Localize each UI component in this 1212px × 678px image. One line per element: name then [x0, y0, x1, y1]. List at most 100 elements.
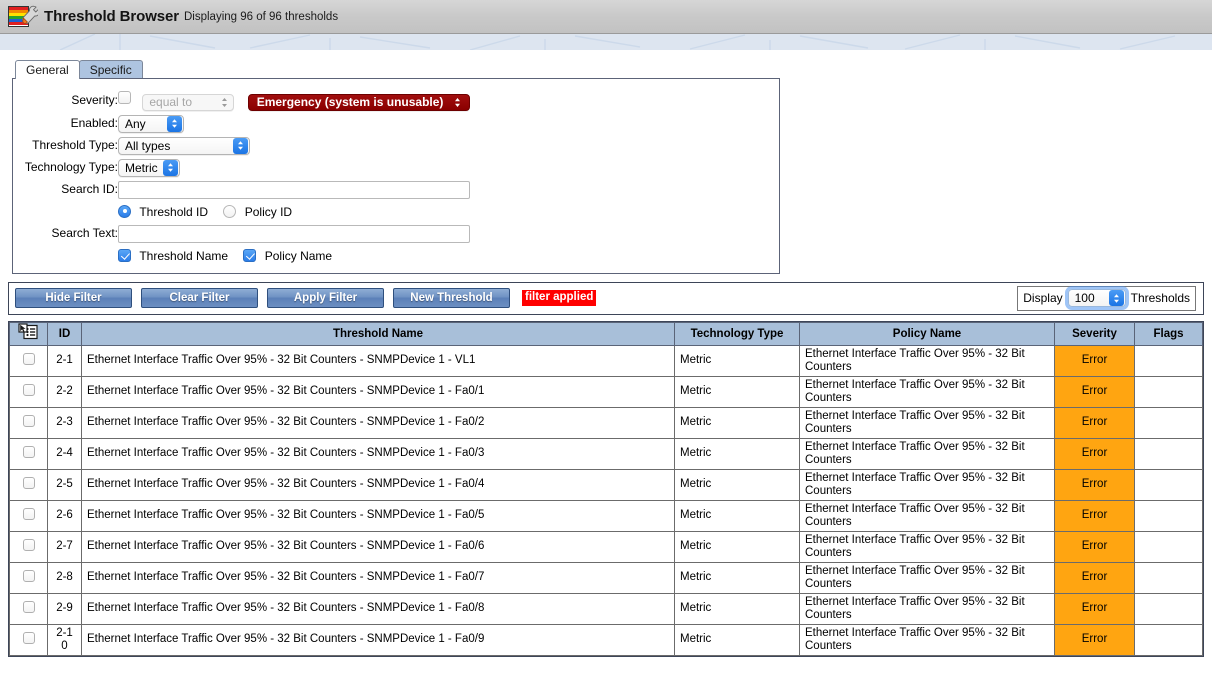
- technology-type-select[interactable]: Metric: [118, 158, 180, 177]
- clear-filter-button[interactable]: Clear Filter: [141, 288, 258, 308]
- table-row[interactable]: 2-8 Ethernet Interface Traffic Over 95% -…: [9, 561, 1203, 594]
- radio-policy-id[interactable]: [223, 204, 237, 218]
- row-policy-name: Ethernet Interface Traffic Over 95% - 32…: [799, 561, 1055, 594]
- row-select-cell[interactable]: [9, 561, 48, 594]
- table-row[interactable]: 2-2 Ethernet Interface Traffic Over 95% -…: [9, 375, 1203, 408]
- row-select-cell[interactable]: [9, 592, 48, 625]
- table-row[interactable]: 2-6 Ethernet Interface Traffic Over 95% -…: [9, 499, 1203, 532]
- row-checkbox[interactable]: [22, 538, 35, 551]
- row-select-cell[interactable]: [9, 499, 48, 532]
- row-checkbox[interactable]: [22, 445, 35, 458]
- row-severity: Error: [1054, 437, 1135, 470]
- table-row[interactable]: 2-7 Ethernet Interface Traffic Over 95% -…: [9, 530, 1203, 563]
- tab-general[interactable]: General: [15, 60, 80, 79]
- column-header-policy-name[interactable]: Policy Name: [799, 321, 1055, 346]
- filter-tabs: General Specific: [15, 60, 1212, 79]
- radio-threshold-id-label: Threshold ID: [139, 204, 209, 219]
- row-severity: Error: [1054, 499, 1135, 532]
- technology-type-row: Technology Type: Metric: [13, 157, 470, 179]
- column-header-flags[interactable]: Flags: [1134, 321, 1203, 346]
- row-select-cell[interactable]: [9, 375, 48, 408]
- row-policy-name: Ethernet Interface Traffic Over 95% - 32…: [799, 623, 1055, 656]
- table-row[interactable]: 2-1 Ethernet Interface Traffic Over 95% -…: [9, 344, 1203, 377]
- enabled-value: Any: [125, 116, 146, 131]
- row-threshold-name: Ethernet Interface Traffic Over 95% - 32…: [81, 561, 675, 594]
- row-flags: [1134, 499, 1203, 532]
- checkbox-threshold-name[interactable]: [118, 248, 131, 262]
- thresholds-table-container: ID Threshold Name Technology Type Policy…: [8, 320, 1204, 657]
- row-id: 2-10: [47, 623, 82, 656]
- tab-specific[interactable]: Specific: [78, 60, 143, 79]
- row-technology-type: Metric: [674, 499, 800, 532]
- row-id: 2-7: [47, 530, 82, 563]
- row-checkbox[interactable]: [22, 383, 35, 396]
- column-header-threshold-name[interactable]: Threshold Name: [81, 321, 675, 346]
- display-suffix-label: Thresholds: [1130, 291, 1190, 305]
- select-all-list-icon[interactable]: [17, 323, 40, 341]
- row-policy-name: Ethernet Interface Traffic Over 95% - 32…: [799, 406, 1055, 439]
- row-select-cell[interactable]: [9, 344, 48, 377]
- table-body: 2-1 Ethernet Interface Traffic Over 95% -…: [9, 344, 1203, 656]
- severity-enable-checkbox[interactable]: [118, 91, 131, 104]
- row-select-cell[interactable]: [9, 530, 48, 563]
- checkbox-policy-name[interactable]: [243, 248, 257, 262]
- row-id: 2-8: [47, 561, 82, 594]
- filter-panel: Severity: equal to Emergency (system is …: [12, 78, 780, 274]
- row-checkbox[interactable]: [22, 507, 35, 520]
- enabled-label: Enabled:: [70, 116, 118, 130]
- display-count-select[interactable]: 100: [1067, 289, 1126, 307]
- enabled-select[interactable]: Any: [118, 114, 184, 133]
- select-all-header[interactable]: [9, 321, 48, 346]
- row-severity: Error: [1054, 375, 1135, 408]
- row-id: 2-1: [47, 344, 82, 377]
- search-id-input[interactable]: [118, 180, 470, 199]
- row-select-cell[interactable]: [9, 437, 48, 470]
- row-technology-type: Metric: [674, 344, 800, 377]
- technology-type-value: Metric: [125, 160, 158, 175]
- row-severity: Error: [1054, 344, 1135, 377]
- column-header-id[interactable]: ID: [47, 321, 82, 346]
- row-policy-name: Ethernet Interface Traffic Over 95% - 32…: [799, 530, 1055, 563]
- row-checkbox[interactable]: [22, 414, 35, 427]
- row-flags: [1134, 375, 1203, 408]
- search-text-input[interactable]: [118, 224, 470, 243]
- threshold-type-select[interactable]: All types: [118, 136, 250, 155]
- apply-filter-button[interactable]: Apply Filter: [267, 288, 384, 308]
- row-checkbox[interactable]: [22, 569, 35, 582]
- table-row[interactable]: 2-3 Ethernet Interface Traffic Over 95% -…: [9, 406, 1203, 439]
- new-threshold-button[interactable]: New Threshold: [393, 288, 510, 308]
- row-threshold-name: Ethernet Interface Traffic Over 95% - 32…: [81, 468, 675, 501]
- radio-threshold-id[interactable]: [118, 204, 131, 218]
- column-header-technology-type[interactable]: Technology Type: [674, 321, 800, 346]
- row-select-cell[interactable]: [9, 406, 48, 439]
- row-checkbox[interactable]: [22, 476, 35, 489]
- table-row[interactable]: 2-4 Ethernet Interface Traffic Over 95% -…: [9, 437, 1203, 470]
- display-count-value: 100: [1074, 291, 1095, 305]
- row-select-cell[interactable]: [9, 468, 48, 501]
- row-select-cell[interactable]: [9, 623, 48, 656]
- row-checkbox[interactable]: [22, 352, 35, 365]
- table-row[interactable]: 2-9 Ethernet Interface Traffic Over 95% -…: [9, 592, 1203, 625]
- row-technology-type: Metric: [674, 623, 800, 656]
- severity-operator-value: equal to: [149, 95, 193, 109]
- severity-operator-select[interactable]: equal to: [142, 93, 235, 111]
- enabled-row: Enabled: Any: [13, 113, 470, 135]
- table-row[interactable]: 2-5 Ethernet Interface Traffic Over 95% -…: [9, 468, 1203, 501]
- row-severity: Error: [1054, 530, 1135, 563]
- table-header: ID Threshold Name Technology Type Policy…: [9, 321, 1203, 346]
- band-pattern: [59, 34, 1176, 50]
- row-policy-name: Ethernet Interface Traffic Over 95% - 32…: [799, 344, 1055, 377]
- column-header-severity[interactable]: Severity: [1054, 321, 1135, 346]
- row-checkbox[interactable]: [22, 600, 35, 613]
- row-policy-name: Ethernet Interface Traffic Over 95% - 32…: [799, 592, 1055, 625]
- title-bar: Threshold Browser Displaying 96 of 96 th…: [0, 0, 1212, 34]
- display-count-control: Display 100 Thresholds: [1017, 285, 1196, 311]
- row-checkbox[interactable]: [22, 631, 35, 644]
- row-technology-type: Metric: [674, 530, 800, 563]
- table-row[interactable]: 2-10 Ethernet Interface Traffic Over 95% …: [9, 623, 1203, 656]
- severity-value-select[interactable]: Emergency (system is unusable): [247, 93, 470, 111]
- row-policy-name: Ethernet Interface Traffic Over 95% - 32…: [799, 375, 1055, 408]
- hide-filter-button[interactable]: Hide Filter: [15, 288, 132, 308]
- row-severity: Error: [1054, 561, 1135, 594]
- text-scope-row: Threshold Name Policy Name: [13, 245, 470, 265]
